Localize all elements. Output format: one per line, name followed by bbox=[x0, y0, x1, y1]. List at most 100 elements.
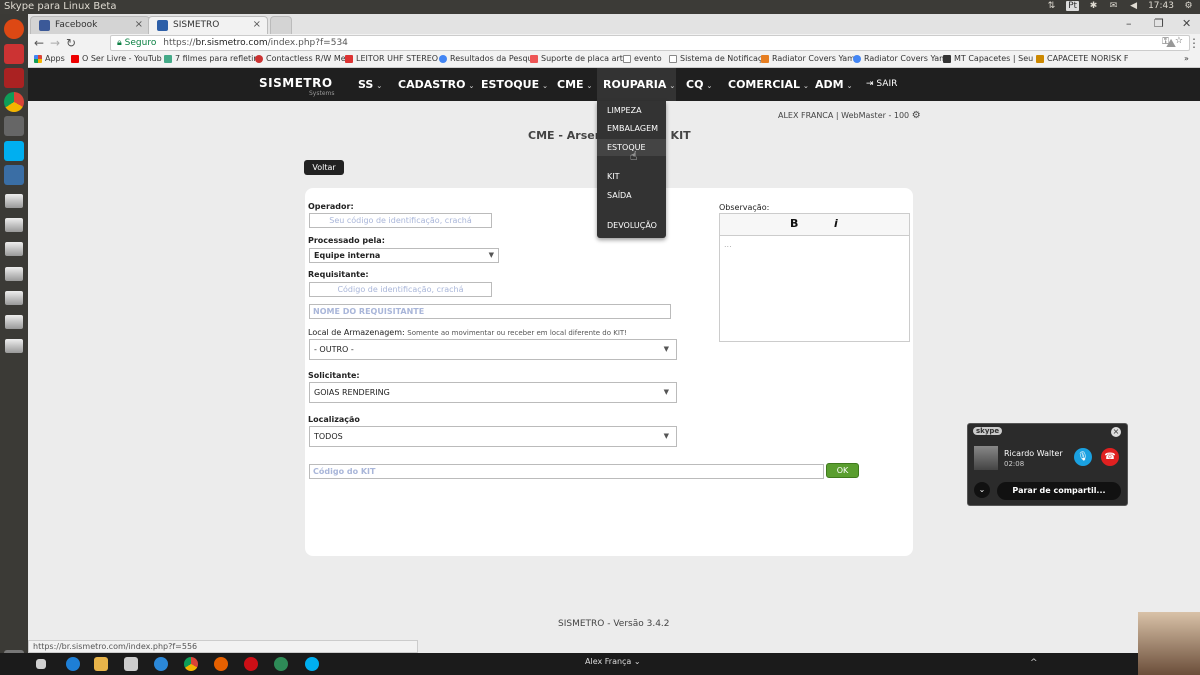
skype-icon[interactable] bbox=[305, 657, 319, 671]
nav-rouparia[interactable]: ROUPARIA ⌄ bbox=[597, 68, 676, 101]
back-arrow-icon[interactable]: ← bbox=[34, 36, 44, 50]
bookmark[interactable]: Resultados da Pesqu bbox=[439, 54, 533, 63]
app-icon[interactable] bbox=[154, 657, 168, 671]
logout-button[interactable]: ⇥ SAIR bbox=[860, 68, 903, 101]
mail-icon[interactable]: ✉ bbox=[1108, 1, 1119, 11]
menu-item-embalagem[interactable]: EMBALAGEM bbox=[607, 124, 658, 133]
close-icon[interactable]: × bbox=[1111, 427, 1121, 437]
tab-sismetro[interactable]: SISMETRO × bbox=[148, 16, 268, 34]
nav-cme[interactable]: CME ⌄ bbox=[551, 68, 598, 101]
menu-item-limpeza[interactable]: LIMPEZA bbox=[607, 106, 642, 115]
bookmark[interactable]: LEITOR UHF STEREO bbox=[345, 54, 438, 63]
network-icon[interactable]: ⇅ bbox=[1046, 1, 1057, 11]
skype-icon[interactable] bbox=[4, 141, 24, 161]
nav-adm[interactable]: ADM ⌄ bbox=[809, 68, 858, 101]
drive-icon[interactable] bbox=[5, 267, 23, 281]
terminal-icon[interactable] bbox=[4, 116, 24, 136]
requisitante-input[interactable]: Código de identificação, crachá bbox=[309, 282, 492, 297]
back-button[interactable]: Voltar bbox=[304, 160, 344, 175]
drive-icon[interactable] bbox=[5, 242, 23, 256]
microphone-icon[interactable]: 🎙︎ bbox=[1074, 448, 1092, 466]
bookmark[interactable]: Suporte de placa arti bbox=[530, 54, 625, 63]
hang-up-icon[interactable]: ☎ bbox=[1101, 448, 1119, 466]
drive-icon[interactable] bbox=[5, 315, 23, 329]
windows-start-icon[interactable] bbox=[36, 659, 46, 669]
ubuntu-logo-icon[interactable] bbox=[4, 19, 24, 39]
reload-icon[interactable]: ↻ bbox=[66, 36, 76, 50]
app-icon[interactable] bbox=[4, 68, 24, 88]
close-window-icon[interactable]: ✕ bbox=[1182, 17, 1191, 30]
browser-toolbar: ← → ↻ 🔒︎ Seguro https://br.sismetro.com/… bbox=[28, 34, 1200, 52]
edge-icon[interactable] bbox=[66, 657, 80, 671]
tray-chevron-up-icon[interactable]: ^ bbox=[1030, 658, 1038, 668]
processado-select[interactable]: Equipe interna ▼ bbox=[309, 248, 499, 263]
operador-input[interactable]: Seu código de identificação, crachá bbox=[309, 213, 492, 228]
close-icon[interactable]: × bbox=[253, 19, 261, 30]
nav-cq[interactable]: CQ ⌄ bbox=[680, 68, 718, 101]
file-explorer-icon[interactable] bbox=[94, 657, 108, 671]
dropdown-arrow-icon: ▼ bbox=[488, 251, 494, 259]
minimize-icon[interactable]: – bbox=[1126, 17, 1132, 30]
tab-facebook[interactable]: Facebook × bbox=[30, 16, 150, 34]
ok-button[interactable]: OK bbox=[826, 463, 859, 478]
gear-icon[interactable]: ⚙ bbox=[912, 110, 921, 121]
bookmark[interactable]: Radiator Covers Yam bbox=[853, 54, 947, 63]
menu-item-kit[interactable]: KIT bbox=[607, 172, 620, 181]
stop-sharing-button[interactable]: Parar de compartil... bbox=[997, 482, 1121, 500]
nav-cadastro[interactable]: CADASTRO ⌄ bbox=[392, 68, 480, 101]
opera-icon[interactable] bbox=[244, 657, 258, 671]
observacao-editor[interactable]: B i ... bbox=[719, 213, 910, 342]
drive-icon[interactable] bbox=[5, 218, 23, 232]
app-icon[interactable] bbox=[274, 657, 288, 671]
remote-user-label[interactable]: Alex França ⌄ bbox=[585, 657, 641, 666]
thunderbird-icon[interactable] bbox=[4, 165, 24, 185]
bold-button[interactable]: B bbox=[790, 217, 798, 230]
bookmark[interactable]: 7 filmes para refletir bbox=[164, 54, 257, 63]
bookmark[interactable]: CAPACETE NORISK F bbox=[1036, 54, 1129, 63]
menu-icon[interactable]: ⋮ bbox=[1188, 36, 1200, 50]
bookmark[interactable]: MT Capacetes | Seu bbox=[943, 54, 1033, 63]
more-bookmarks-icon[interactable]: » bbox=[1184, 54, 1189, 63]
codigo-kit-input[interactable]: Código do KIT bbox=[309, 464, 824, 479]
sismetro-logo[interactable]: SISMETRO Systems bbox=[259, 76, 335, 97]
local-armazenagem-select[interactable]: - OUTRO - ▼ bbox=[309, 339, 677, 360]
solicitante-select[interactable]: GOIAS RENDERING ▼ bbox=[309, 382, 677, 403]
clock[interactable]: 17:43 bbox=[1148, 1, 1174, 11]
forward-arrow-icon[interactable]: → bbox=[50, 36, 60, 50]
drive-icon[interactable] bbox=[5, 339, 23, 353]
nav-comercial[interactable]: COMERCIAL ⌄ bbox=[722, 68, 815, 101]
store-icon[interactable] bbox=[124, 657, 138, 671]
settings-gear-icon[interactable]: ⚙ bbox=[1183, 1, 1194, 11]
drive-icon[interactable] bbox=[5, 291, 23, 305]
extension-icon[interactable]: ⛰ bbox=[1166, 36, 1176, 50]
bookmark[interactable]: Sistema de Notificaç bbox=[669, 54, 762, 63]
files-icon[interactable] bbox=[4, 44, 24, 64]
star-icon[interactable]: ☆ bbox=[1175, 36, 1183, 46]
maximize-icon[interactable]: ❐ bbox=[1154, 17, 1164, 30]
chrome-icon[interactable] bbox=[4, 92, 24, 112]
chrome-icon[interactable] bbox=[184, 657, 198, 671]
bookmark[interactable]: Radiator Covers Yam bbox=[761, 54, 855, 63]
localizacao-select[interactable]: TODOS ▼ bbox=[309, 426, 677, 447]
bookmark[interactable]: evento bbox=[623, 54, 662, 63]
address-bar[interactable]: 🔒︎ Seguro https://br.sismetro.com/index.… bbox=[110, 35, 1190, 51]
menu-item-saida[interactable]: SAÍDA bbox=[607, 191, 632, 200]
chevron-down-icon: ⌄ bbox=[376, 82, 383, 90]
firefox-icon[interactable] bbox=[214, 657, 228, 671]
close-icon[interactable]: × bbox=[135, 19, 143, 30]
volume-icon[interactable]: ◀ bbox=[1128, 1, 1139, 11]
chevron-down-icon[interactable]: ⌄ bbox=[974, 482, 990, 498]
bookmark[interactable]: Apps bbox=[34, 54, 65, 63]
keyboard-indicator[interactable]: Pt bbox=[1066, 1, 1080, 11]
drive-icon[interactable] bbox=[5, 194, 23, 208]
new-tab-button[interactable] bbox=[270, 16, 292, 34]
nome-requisitante-input[interactable]: NOME DO REQUISITANTE bbox=[309, 304, 671, 319]
italic-button[interactable]: i bbox=[834, 217, 838, 230]
nav-estoque[interactable]: ESTOQUE ⌄ bbox=[475, 68, 554, 101]
bookmark[interactable]: Contactless R/W Me bbox=[255, 54, 346, 63]
bluetooth-icon[interactable]: ✱ bbox=[1088, 1, 1099, 11]
window-title: Skype para Linux Beta bbox=[4, 1, 117, 12]
bookmark[interactable]: O Ser Livre - YouTub bbox=[71, 54, 162, 63]
nav-ss[interactable]: SS ⌄ bbox=[352, 68, 388, 101]
menu-item-devolucao[interactable]: DEVOLUÇÃO bbox=[607, 221, 657, 230]
